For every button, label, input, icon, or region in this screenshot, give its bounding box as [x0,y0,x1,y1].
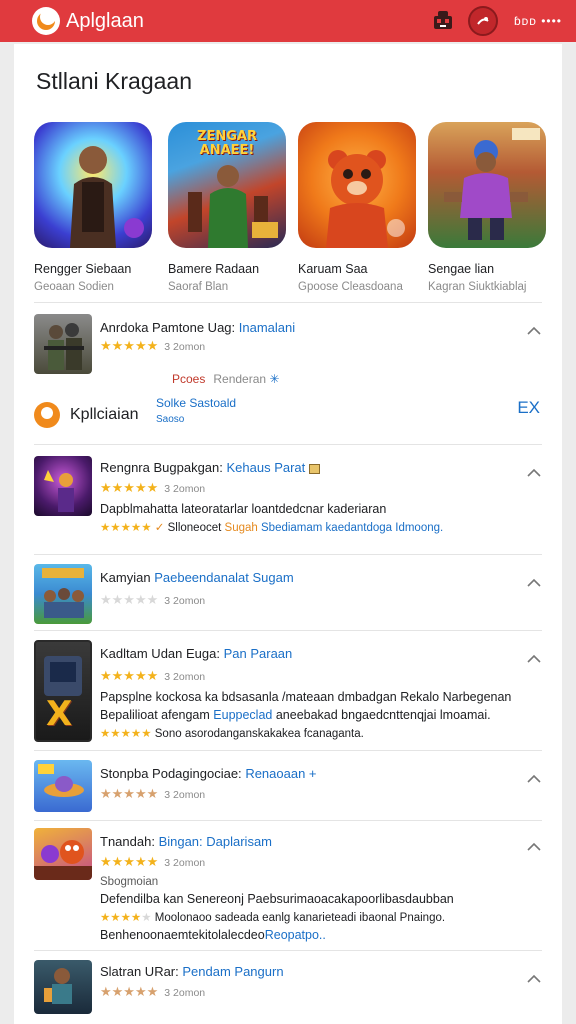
featured-item[interactable]: Karuam Saa Gpoose Cleasdoana [298,122,418,293]
star-rating: ★★★★★ 3 2omon [100,668,206,683]
app-name: Aplglaan [66,9,144,32]
star-rating: ★★★★★ 3 2omon [100,480,206,495]
featured-item[interactable]: Rengger Siebaan Geoaan Sodien [34,122,154,293]
chevron-up-icon[interactable] [526,326,542,336]
red-bear-icon[interactable] [298,122,416,248]
purple-warrior-icon [34,456,92,516]
list-item[interactable]: Tnandah: Bingan: Daplarisam ★★★★★ 3 2omon… [34,828,542,948]
star-rating: ★★★★★ 3 2omon [100,338,206,353]
zengar-action-icon[interactable]: ZENGAR ANAEE! [168,122,286,248]
chevron-up-icon[interactable] [526,578,542,588]
chevron-up-icon[interactable] [526,974,542,984]
star-rating: ★★★★★ 3 2omon [100,592,206,607]
profile-icon[interactable] [467,6,498,36]
list-item[interactable]: Anrdoka Pamtone Uag: Inamalani ★★★★★ 3 2o… [34,314,542,378]
ufo-icon [34,760,92,812]
action-hero-icon[interactable] [34,122,152,248]
chevron-up-icon[interactable] [526,842,542,852]
chevron-up-icon[interactable] [526,774,542,784]
chevron-up-icon[interactable] [526,654,542,664]
divider [34,554,542,555]
promo-logo-icon [34,402,60,428]
promo-banner[interactable]: Kpllciaian Solke Sastoald Saoso EX [34,390,542,440]
dark-card-icon: X [34,640,92,742]
divider [34,950,542,951]
robot-avatar-icon[interactable] [428,6,458,36]
divider [34,444,542,445]
app-header: Aplglaan ɓᴅᴅ •••• [0,0,576,42]
header-right-text[interactable]: ɓᴅᴅ •••• [514,14,562,28]
featured-item[interactable]: Sengae lian Kagran Siuktkiablaj [428,122,548,293]
hero-run-icon [34,960,92,1014]
section-title: Stllani Kragaan [36,68,192,94]
star-rating: ★★★★★ 3 2omon [100,786,206,801]
list-item[interactable]: Stonpba Podagingociae: Renaoaan + ★★★★★ 3… [34,760,542,820]
divider [34,302,542,303]
squad-icon [34,564,92,624]
star-rating: ★★★★★ 3 2omon [100,984,206,999]
promo-tag: Pcoes Renderan ✳ [172,372,280,386]
featured-item[interactable]: ZENGAR ANAEE! Bamere Radaan Saoraf Blan [168,122,288,293]
divider [34,630,542,631]
badge-icon [308,463,320,474]
list-item[interactable]: Slatran URar: Pendam Pangurn ★★★★★ 3 2omo… [34,960,542,1020]
monster-squad-icon [34,828,92,880]
chevron-up-icon[interactable] [526,468,542,478]
list-item[interactable]: Rengnra Bugpakgan: Kehaus Parat ★★★★★ 3 2… [34,456,542,552]
skater-icon[interactable] [428,122,546,248]
promo-ex-button[interactable]: EX [517,398,540,418]
list-item[interactable]: X Kadltam Udan Euga: Pan Paraan ★★★★★ 3 2… [34,640,542,744]
featured-carousel: Rengger Siebaan Geoaan Sodien ZENGAR ANA… [34,122,562,302]
app-logo[interactable] [32,7,60,35]
divider [34,820,542,821]
list-item[interactable]: Kamyian Paebeendanalat Sugam ★★★★★ 3 2omo… [34,564,542,626]
promo-link[interactable]: Solke Sastoald [156,396,236,410]
content-card: Stllani Kragaan Rengger Siebaan Geoaan S… [14,44,562,1024]
star-rating: ★★★★★ 3 2omon [100,854,206,869]
soldier-icon [34,314,92,374]
divider [34,750,542,751]
